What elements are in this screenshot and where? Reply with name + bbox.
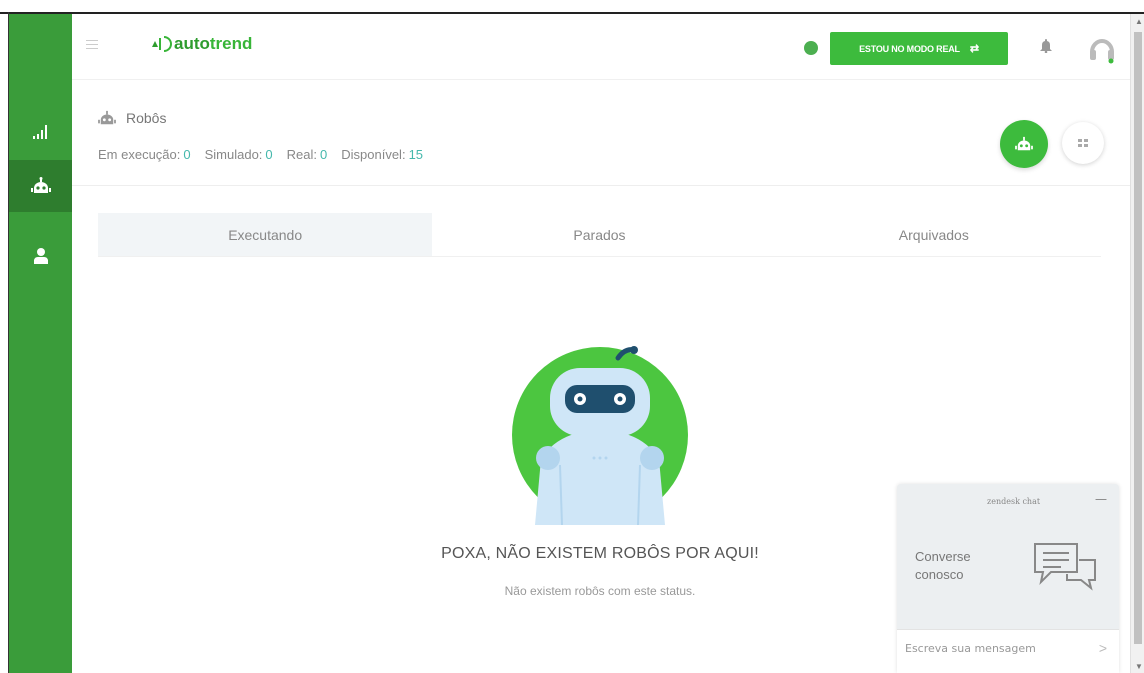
brand-prefix: auto xyxy=(174,34,210,53)
page-header: Robôs Em execução: 0 Simulado: 0 Real: 0 Di… xyxy=(72,80,1130,186)
page-title-text: Robôs xyxy=(126,110,167,126)
connection-status-dot xyxy=(804,41,818,55)
robot-icon xyxy=(98,110,116,125)
grid-view-button[interactable] xyxy=(1062,122,1104,164)
sidebar-item-dashboard[interactable] xyxy=(9,106,72,158)
page-title: Robôs xyxy=(98,110,166,126)
brand-suffix: trend xyxy=(209,34,253,53)
real-mode-label: ESTOU NO MODO REAL xyxy=(859,43,960,54)
robot-icon xyxy=(30,177,51,193)
user-icon xyxy=(33,248,48,264)
signal-bars-icon xyxy=(32,125,47,139)
bell-icon[interactable] xyxy=(1040,39,1052,53)
scrollbar-thumb[interactable] xyxy=(1134,32,1142,644)
stat-simulated: Simulado: 0 xyxy=(204,147,273,162)
top-bar: auto trend ESTOU NO MODO REAL ⇄ xyxy=(72,14,1130,80)
app-window: auto trend ESTOU NO MODO REAL ⇄ Robôs Em… xyxy=(0,0,1144,673)
chat-header[interactable]: zendesk chat — xyxy=(897,484,1119,514)
stat-running: Em execução: 0 xyxy=(98,147,191,162)
stat-available: Disponível: 15 xyxy=(341,147,424,162)
chat-message-input[interactable] xyxy=(905,642,1075,655)
empty-state-title: POXA, NÃO EXISTEM ROBÔS POR AQUI! xyxy=(441,545,759,562)
chat-input-bar: > xyxy=(897,629,1119,673)
scroll-down-arrow-icon[interactable]: ▼ xyxy=(1135,662,1143,671)
chat-widget: zendesk chat — Converse conosco > xyxy=(897,484,1119,673)
real-mode-button[interactable]: ESTOU NO MODO REAL ⇄ xyxy=(830,32,1008,65)
add-robot-button[interactable] xyxy=(1000,120,1048,168)
page-scrollbar[interactable]: ▲ ▼ xyxy=(1130,14,1144,673)
sidebar-item-robots[interactable] xyxy=(9,160,78,212)
tab-parados[interactable]: Parados xyxy=(432,213,766,256)
grid-icon xyxy=(1078,139,1088,147)
sidebar-item-user[interactable] xyxy=(9,230,72,282)
sidebar xyxy=(9,14,78,673)
logo-mark-icon xyxy=(152,36,172,52)
brand-logo[interactable]: auto trend xyxy=(150,34,252,54)
swap-icon: ⇄ xyxy=(969,43,979,55)
robot-stats: Em execução: 0 Simulado: 0 Real: 0 Disponív… xyxy=(98,147,423,162)
stat-real: Real: 0 xyxy=(286,147,328,162)
empty-state-subtitle: Não existem robôs com este status. xyxy=(504,584,696,598)
send-arrow-icon[interactable]: > xyxy=(1099,640,1107,656)
tab-executando[interactable]: Executando xyxy=(98,213,433,256)
chat-greeting: Converse conosco xyxy=(915,549,971,582)
robot-icon xyxy=(1015,136,1033,151)
hamburger-menu-icon[interactable] xyxy=(86,40,98,50)
tab-arquivados[interactable]: Arquivados xyxy=(767,213,1101,256)
chat-header-label: zendesk chat xyxy=(987,497,1041,506)
minimize-icon[interactable]: — xyxy=(1095,492,1107,506)
status-tabs: Executando Parados Arquivados xyxy=(98,213,1101,257)
scroll-up-arrow-icon[interactable]: ▲ xyxy=(1135,17,1143,26)
chat-bubbles-icon xyxy=(1034,543,1096,591)
headset-avatar-icon[interactable] xyxy=(1087,34,1117,64)
robot-illustration xyxy=(512,346,688,525)
